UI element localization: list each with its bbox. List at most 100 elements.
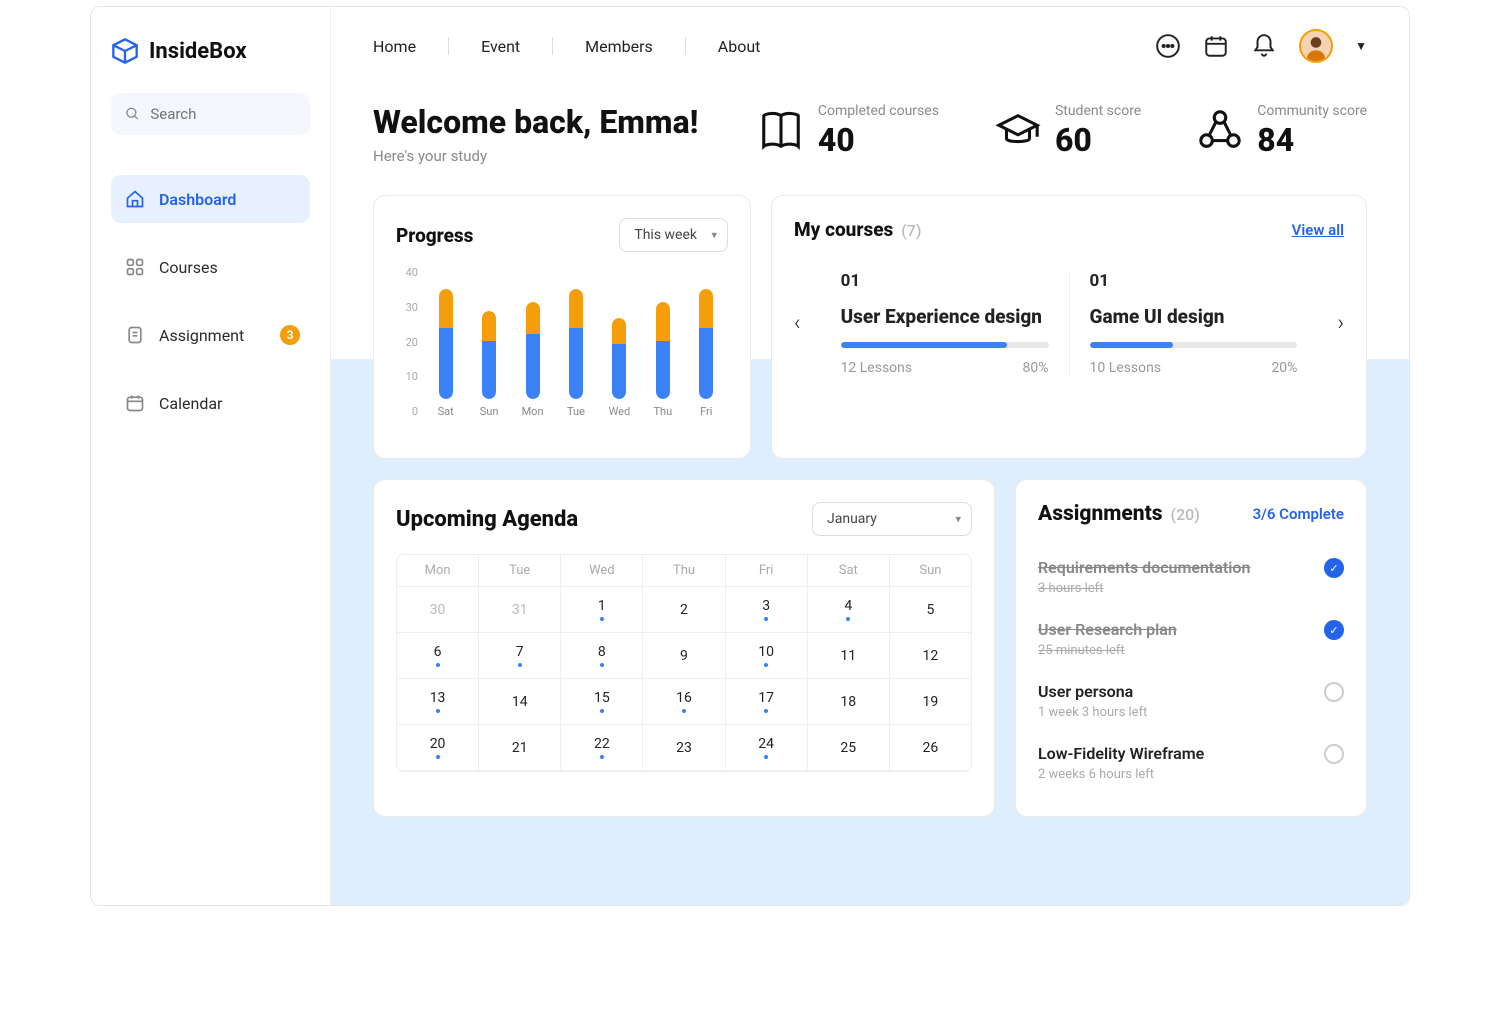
stat-value: 84 — [1257, 121, 1367, 159]
stat-value: 60 — [1055, 121, 1141, 159]
main: Home Event Members About ▼ Welcome back, Em… — [331, 7, 1409, 905]
cal-day[interactable]: 4 — [808, 587, 890, 633]
cal-day[interactable]: 14 — [479, 679, 561, 725]
cal-day[interactable]: 19 — [890, 679, 971, 725]
cal-day[interactable]: 22 — [561, 725, 643, 771]
calendar-icon[interactable] — [1203, 33, 1229, 59]
cal-day[interactable]: 21 — [479, 725, 561, 771]
y-tick: 40 — [396, 266, 418, 279]
stat: Student score 60 — [995, 103, 1141, 159]
sidebar-item-calendar[interactable]: Calendar — [111, 379, 310, 427]
cal-day[interactable]: 12 — [890, 633, 971, 679]
cal-day[interactable]: 1 — [561, 587, 643, 633]
chevron-left-icon[interactable]: ‹ — [794, 311, 801, 336]
cal-day[interactable]: 18 — [808, 679, 890, 725]
top-nav: Home Event Members About — [373, 37, 760, 56]
cal-day[interactable]: 20 — [397, 725, 479, 771]
sidebar-item-courses[interactable]: Courses — [111, 243, 310, 291]
course-num: 01 — [1090, 271, 1298, 291]
view-all-link[interactable]: View all — [1292, 221, 1344, 239]
cal-day[interactable]: 17 — [726, 679, 808, 725]
progress-range-select[interactable]: This week — [619, 218, 728, 252]
cal-day[interactable]: 5 — [890, 587, 971, 633]
cal-day[interactable]: 15 — [561, 679, 643, 725]
nav-list: Dashboard Courses Assignment3 Calendar — [111, 175, 310, 427]
topnav-event[interactable]: Event — [481, 37, 520, 56]
grid-icon — [125, 257, 145, 277]
cal-day[interactable]: 10 — [726, 633, 808, 679]
course-name: User Experience design — [841, 305, 1049, 328]
bar: Mon — [513, 302, 553, 419]
cal-day[interactable]: 3 — [726, 587, 808, 633]
logo[interactable]: InsideBox — [111, 37, 310, 65]
cal-day[interactable]: 7 — [479, 633, 561, 679]
chevron-right-icon[interactable]: › — [1337, 311, 1344, 336]
cal-day[interactable]: 31 — [479, 587, 561, 633]
sidebar-item-label: Calendar — [159, 394, 222, 413]
cal-day[interactable]: 8 — [561, 633, 643, 679]
cal-day[interactable]: 9 — [643, 633, 725, 679]
content: Welcome back, Emma! Here's your study Co… — [331, 73, 1409, 847]
y-tick: 20 — [396, 336, 418, 349]
course-lessons: 12 Lessons — [841, 360, 913, 376]
cal-day-head: Wed — [561, 555, 643, 587]
topnav-members[interactable]: Members — [585, 37, 653, 56]
topnav-home[interactable]: Home — [373, 37, 416, 56]
assignment-item[interactable]: Low-Fidelity Wireframe2 weeks 6 hours le… — [1038, 732, 1344, 794]
assignment-title: User persona — [1038, 682, 1324, 701]
bell-icon[interactable] — [1251, 33, 1277, 59]
assignment-item[interactable]: User Research plan25 minutes left✓ — [1038, 608, 1344, 670]
stat-label: Completed courses — [818, 103, 939, 119]
sidebar-item-assignment[interactable]: Assignment3 — [111, 311, 310, 359]
y-tick: 0 — [396, 405, 418, 418]
cal-day[interactable]: 24 — [726, 725, 808, 771]
stat-label: Student score — [1055, 103, 1141, 119]
check-icon[interactable]: ✓ — [1324, 620, 1344, 640]
search-box[interactable] — [111, 93, 310, 135]
sidebar-item-label: Assignment — [159, 326, 244, 345]
cal-day[interactable]: 6 — [397, 633, 479, 679]
avatar[interactable] — [1299, 29, 1333, 63]
agenda-card: Upcoming Agenda January MonTueWedThuFriS… — [373, 479, 995, 817]
courses-title: My courses — [794, 218, 893, 241]
stat: Community score84 — [1197, 103, 1367, 159]
check-icon[interactable]: ✓ — [1324, 558, 1344, 578]
chevron-down-icon[interactable]: ▼ — [1355, 39, 1367, 53]
assignments-complete: 3/6 Complete — [1253, 505, 1344, 523]
cal-day[interactable]: 2 — [643, 587, 725, 633]
home-icon — [125, 189, 145, 209]
network-icon — [1197, 108, 1243, 154]
cal-day[interactable]: 26 — [890, 725, 971, 771]
x-tick: Thu — [653, 405, 672, 418]
assignment-item[interactable]: User persona 1 week 3 hours left — [1038, 670, 1344, 732]
cal-day[interactable]: 23 — [643, 725, 725, 771]
calendar-grid: MonTueWedThuFriSatSun3031123456789101112… — [396, 554, 972, 772]
search-input[interactable] — [150, 105, 296, 123]
circle-icon[interactable] — [1324, 744, 1344, 764]
page-subtitle: Here's your study — [373, 147, 698, 165]
progress-bar — [1090, 342, 1298, 348]
y-tick: 30 — [396, 301, 418, 314]
course-item[interactable]: 01User Experience design12 Lessons80% — [821, 271, 1070, 376]
month-select[interactable]: January — [812, 502, 972, 536]
bar: Tue — [556, 289, 596, 419]
assignment-meta: 2 weeks 6 hours left — [1038, 767, 1324, 782]
assignment-item[interactable]: Requirements documentation3 hours left✓ — [1038, 546, 1344, 608]
cal-day[interactable]: 30 — [397, 587, 479, 633]
topnav-about[interactable]: About — [718, 37, 761, 56]
cal-day[interactable]: 11 — [808, 633, 890, 679]
cal-day[interactable]: 13 — [397, 679, 479, 725]
chat-icon[interactable] — [1155, 33, 1181, 59]
assignment-meta: 1 week 3 hours left — [1038, 705, 1324, 720]
progress-chart: 403020100 SatSunMonTueWedThuFri — [396, 266, 728, 436]
sidebar-item-dashboard[interactable]: Dashboard — [111, 175, 310, 223]
cal-day-head: Thu — [643, 555, 725, 587]
x-tick: Fri — [700, 405, 712, 418]
page-title: Welcome back, Emma! — [373, 103, 698, 141]
topbar: Home Event Members About ▼ — [331, 7, 1409, 73]
course-item[interactable]: 01Game UI design10 Lessons20% — [1070, 271, 1318, 376]
bar: Thu — [643, 302, 683, 419]
circle-icon[interactable] — [1324, 682, 1344, 702]
cal-day[interactable]: 16 — [643, 679, 725, 725]
cal-day[interactable]: 25 — [808, 725, 890, 771]
